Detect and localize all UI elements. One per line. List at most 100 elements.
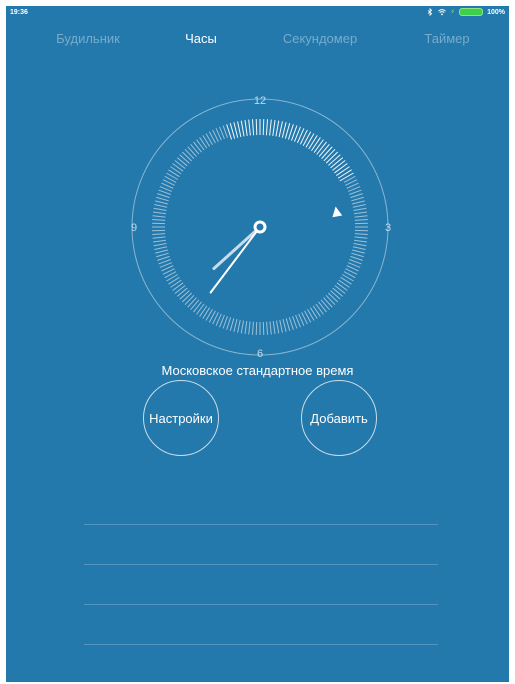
clock-tick — [184, 148, 195, 160]
clock-tick — [353, 243, 367, 247]
clock-tick — [330, 157, 344, 169]
clock-tick — [311, 137, 321, 152]
clock-tick — [316, 141, 327, 155]
clock-tick — [190, 143, 200, 155]
clock-tick — [302, 131, 312, 147]
clock-tick — [336, 282, 348, 291]
clock-tick — [352, 246, 366, 250]
clock-tick — [233, 319, 238, 332]
clock-tick — [320, 299, 330, 311]
clock-tick — [229, 318, 235, 331]
clock-tick — [325, 151, 339, 164]
timezone-label: Московское стандартное время — [161, 363, 354, 378]
clock-tick — [299, 129, 308, 145]
clock-tick — [193, 141, 202, 153]
clock-tick — [288, 317, 294, 330]
clock-tick — [296, 128, 305, 144]
clock-tick — [155, 200, 168, 205]
clock-tick — [153, 207, 167, 211]
clock-tick — [255, 119, 258, 136]
clock-tick — [237, 319, 241, 333]
clock-tick — [152, 211, 166, 215]
dial-number-3: 3 — [385, 222, 391, 234]
clock-tick — [282, 319, 287, 332]
clock-tick — [176, 157, 188, 167]
seconds-marker — [332, 206, 343, 218]
clock-tick — [179, 154, 190, 164]
clock-tick — [312, 305, 321, 317]
clock-tick — [199, 305, 208, 317]
clock-tick — [157, 255, 170, 261]
minute-hand — [209, 226, 261, 294]
clock-tick — [248, 119, 251, 136]
clock-tick — [157, 193, 170, 199]
clock-tick — [240, 320, 244, 334]
clock-tick — [354, 215, 368, 218]
add-button[interactable]: Добавить — [301, 380, 377, 456]
clock-tick — [354, 236, 368, 239]
clock-tick — [337, 169, 352, 179]
list-divider — [84, 564, 438, 565]
clock-tick — [279, 319, 283, 333]
clock-tick — [153, 243, 167, 247]
clock-tick — [272, 321, 276, 335]
clock-tick — [354, 211, 368, 215]
clock-tick — [152, 215, 166, 218]
clock-app-screen: 19:36 ⚡ 100% Будильник Часы Секундомер Т… — [6, 6, 509, 682]
clock-tick — [313, 139, 324, 153]
dial-number-9: 9 — [131, 222, 137, 234]
clock-tick — [338, 279, 350, 288]
clock-tick — [281, 122, 287, 138]
clock-tick — [332, 160, 346, 171]
clock-tick — [181, 151, 193, 162]
clock-tick — [265, 119, 269, 136]
clock-tick — [155, 249, 168, 254]
clock-tick — [244, 119, 248, 136]
dial-number-12: 12 — [254, 95, 266, 107]
clock-tick — [262, 119, 265, 136]
clock-tick — [276, 320, 280, 334]
clock-tick — [269, 321, 272, 335]
clock-tick — [251, 119, 255, 136]
clock-tick — [154, 204, 168, 208]
clock-tick — [352, 249, 365, 254]
clock-tick — [335, 166, 350, 176]
clock-tick — [152, 239, 166, 243]
clock-tick — [199, 137, 208, 149]
clock-tick — [351, 252, 364, 258]
clock-tick — [176, 287, 188, 297]
clock-tick — [172, 282, 184, 291]
clock-tick — [354, 233, 368, 236]
clock-tick — [315, 303, 324, 315]
clock-tick — [152, 233, 166, 236]
clock-tick — [233, 122, 239, 138]
clock-tick — [328, 154, 341, 166]
clock-tick — [327, 292, 339, 303]
clock-tick — [181, 292, 193, 303]
clock-tick — [266, 321, 269, 335]
clock-tick — [351, 196, 364, 202]
clock-tick — [278, 121, 283, 138]
clock-tick — [187, 297, 197, 308]
clock-tick — [152, 236, 166, 239]
clock-tick — [156, 252, 169, 258]
clock-tick — [170, 279, 182, 288]
clock-tick — [179, 290, 190, 300]
clock-tick — [187, 146, 197, 157]
clock-tick — [174, 285, 186, 294]
clock-tick — [334, 163, 348, 174]
clock-tick — [172, 163, 184, 172]
clock-tick — [318, 301, 327, 313]
clock-tick — [240, 120, 245, 137]
dial-number-6: 6 — [257, 348, 263, 360]
clock-tick — [269, 119, 272, 136]
clock-tick — [275, 120, 280, 137]
clock-tick — [152, 218, 166, 221]
clock-tick — [353, 207, 367, 211]
clock-tick — [325, 294, 336, 306]
clock-tick — [184, 294, 195, 306]
clock-tick — [321, 146, 333, 159]
settings-button[interactable]: Настройки — [143, 380, 219, 456]
clock-tick — [174, 160, 186, 169]
clock-tick — [226, 317, 232, 330]
